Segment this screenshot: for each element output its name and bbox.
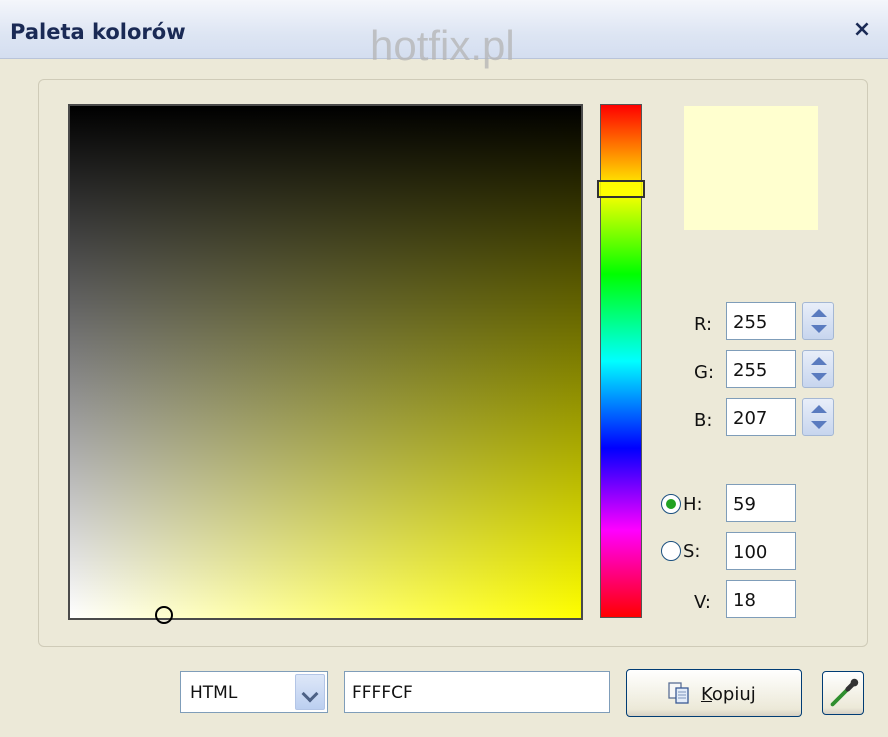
b-spinner[interactable]: [802, 398, 834, 436]
h-field[interactable]: 59: [726, 484, 796, 522]
s-radio[interactable]: [661, 541, 681, 561]
b-field[interactable]: 207: [726, 398, 796, 436]
v-label: V:: [694, 592, 711, 613]
copy-button[interactable]: Kopiuj: [626, 669, 802, 717]
chevron-down-icon[interactable]: [295, 674, 325, 710]
hex-input[interactable]: FFFFCF: [344, 671, 610, 713]
copy-button-label: Kopiuj: [701, 684, 756, 705]
arrow-down-icon[interactable]: [811, 325, 827, 333]
format-select[interactable]: HTML: [180, 671, 328, 713]
arrow-up-icon[interactable]: [811, 357, 827, 365]
hue-marker[interactable]: [597, 180, 645, 198]
saturation-value-area[interactable]: [68, 104, 583, 620]
s-field[interactable]: 100: [726, 532, 796, 570]
g-field[interactable]: 255: [726, 350, 796, 388]
b-label: B:: [694, 410, 713, 431]
color-preview-swatch: [684, 106, 818, 230]
arrow-down-icon[interactable]: [811, 373, 827, 381]
arrow-up-icon[interactable]: [811, 309, 827, 317]
close-icon[interactable]: ×: [850, 18, 874, 42]
title-bar: Paleta kolorów ×: [0, 0, 888, 59]
r-spinner[interactable]: [802, 302, 834, 340]
h-label: H:: [683, 494, 703, 515]
sv-cursor[interactable]: [155, 606, 173, 624]
r-field[interactable]: 255: [726, 302, 796, 340]
s-label: S:: [683, 541, 701, 562]
window-title: Paleta kolorów: [10, 20, 186, 44]
format-select-value: HTML: [190, 683, 238, 703]
h-radio[interactable]: [661, 494, 681, 514]
copy-icon: [668, 682, 689, 704]
eyedropper-icon: [830, 678, 859, 707]
v-field[interactable]: 18: [726, 580, 796, 618]
r-label: R:: [694, 314, 713, 335]
g-label: G:: [694, 362, 715, 383]
arrow-down-icon[interactable]: [811, 421, 827, 429]
g-spinner[interactable]: [802, 350, 834, 388]
arrow-up-icon[interactable]: [811, 405, 827, 413]
eyedropper-button[interactable]: [822, 671, 864, 715]
